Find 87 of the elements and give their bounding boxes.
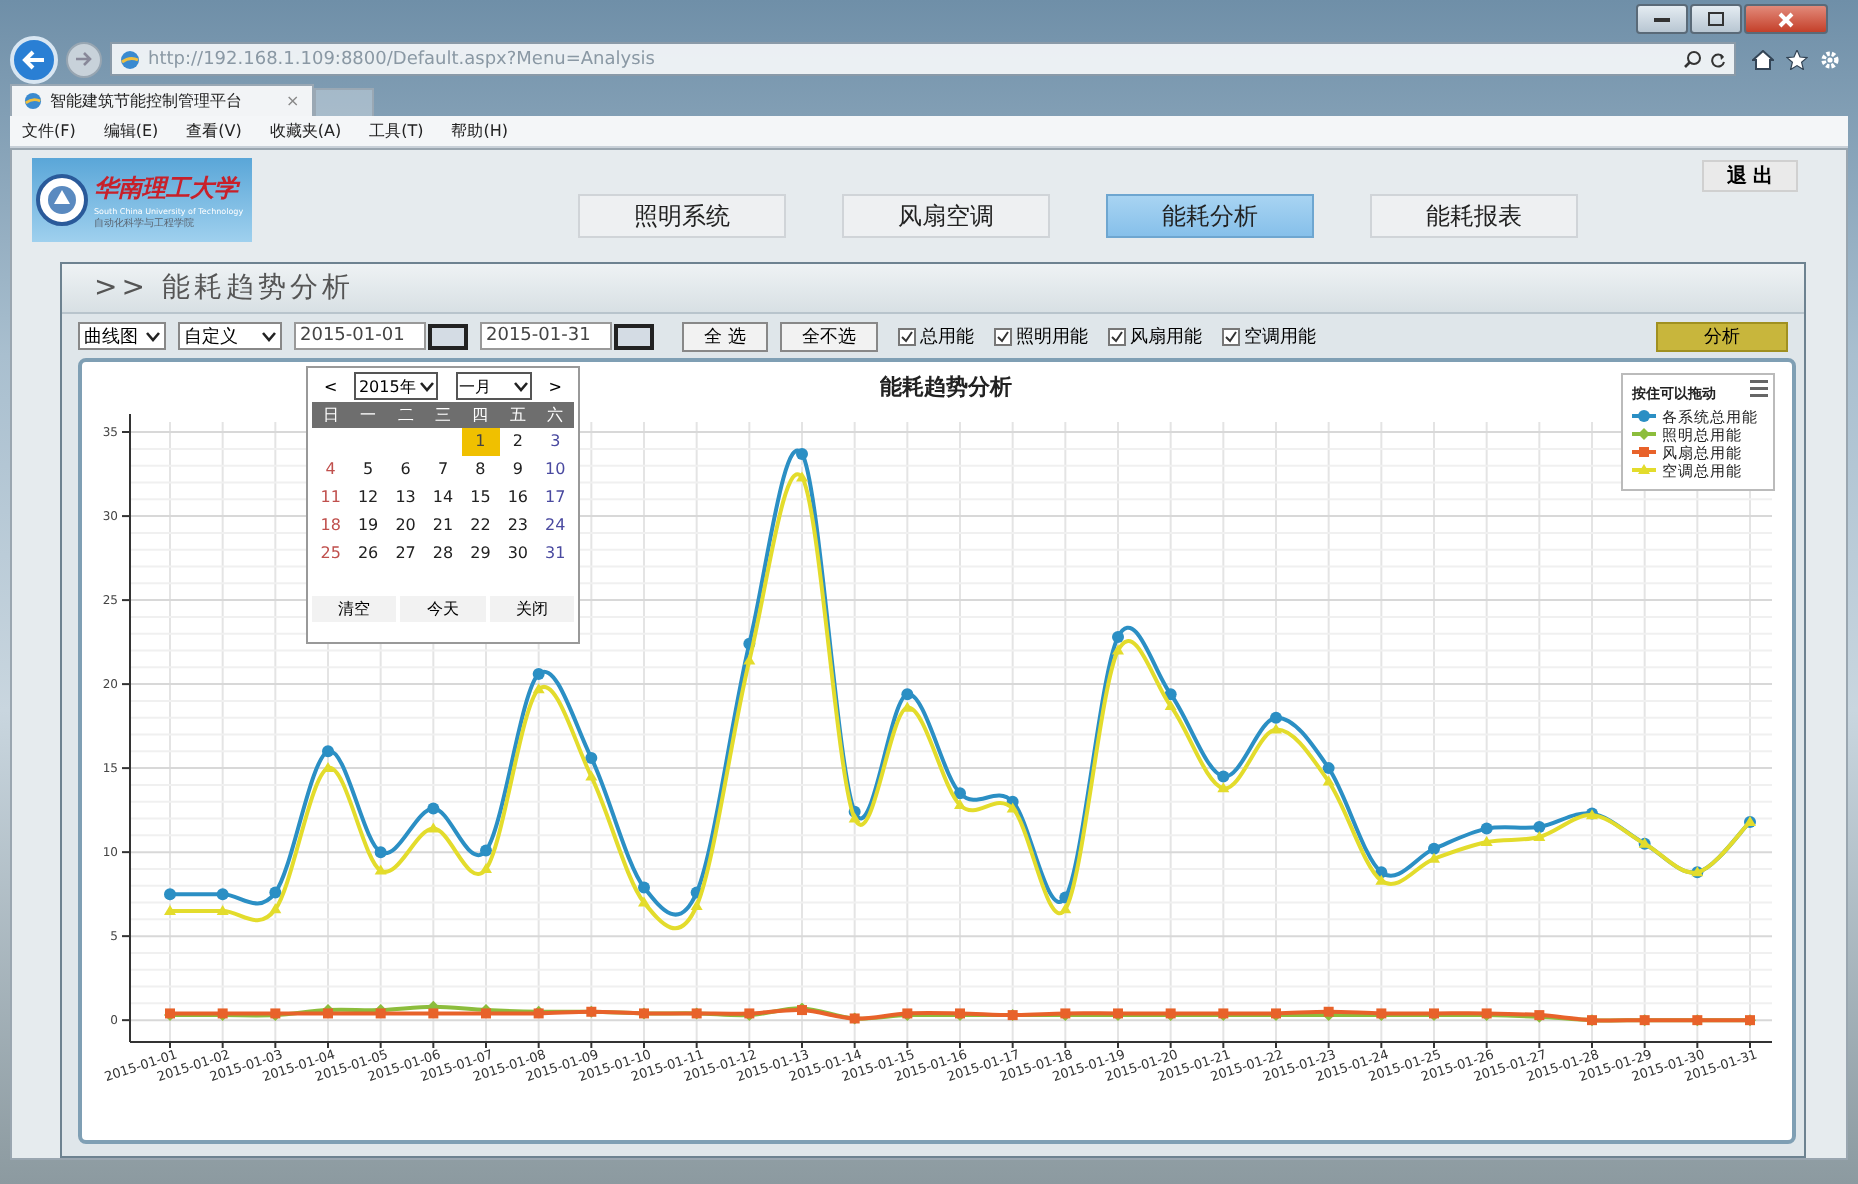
next-month-button[interactable]: >	[548, 377, 562, 395]
date-picker-button[interactable]	[428, 323, 468, 349]
panel-title: >> 能耗趋势分析	[62, 264, 1804, 314]
back-button[interactable]	[10, 35, 58, 83]
data-point	[1113, 1008, 1123, 1019]
maximize-icon	[1708, 12, 1724, 26]
maximize-button[interactable]	[1690, 4, 1742, 34]
nav-tab[interactable]: 风扇空调	[842, 194, 1050, 238]
data-point	[1481, 1008, 1492, 1019]
emblem-icon	[36, 174, 88, 226]
back-arrow-icon	[22, 49, 46, 69]
checkbox[interactable]	[897, 327, 916, 345]
star-icon[interactable]	[1786, 49, 1808, 69]
checkbox[interactable]	[993, 327, 1012, 345]
menu-item[interactable]: 收藏夹(A)	[269, 119, 342, 142]
data-point	[1745, 1015, 1755, 1026]
minimize-icon	[1654, 17, 1670, 21]
data-point	[744, 1008, 755, 1019]
data-point	[533, 1008, 544, 1019]
end-date-field[interactable]: 2015-01-31	[480, 322, 612, 350]
menu-item[interactable]: 编辑(E)	[103, 119, 159, 142]
data-point	[1165, 1008, 1176, 1019]
calendar-day[interactable]: 2	[499, 428, 537, 456]
checkbox-label: 总用能	[919, 325, 974, 349]
data-point	[902, 1008, 913, 1019]
date-picker-button[interactable]	[614, 323, 654, 349]
data-point	[639, 1008, 649, 1019]
data-point	[849, 1013, 860, 1024]
data-point	[1060, 1008, 1071, 1019]
data-point	[1639, 1015, 1650, 1026]
nav-tab[interactable]: 能耗报表	[1370, 194, 1578, 238]
data-point	[270, 1008, 281, 1019]
tab-title: 智能建筑节能控制管理平台	[50, 89, 242, 111]
chart-title: 能耗趋势分析	[880, 374, 1012, 400]
logout-button[interactable]: 退 出	[1702, 160, 1798, 192]
analyze-button[interactable]: 分析	[1656, 321, 1788, 351]
data-point	[1429, 1008, 1439, 1019]
data-point	[955, 1008, 965, 1019]
browser-tab[interactable]: 智能建筑节能控制管理平台 ×	[10, 83, 314, 115]
page-icon	[24, 91, 42, 109]
data-point	[1638, 428, 1650, 440]
calendar-day[interactable]: 3	[536, 428, 574, 456]
close-icon	[1778, 11, 1794, 27]
settings-icon[interactable]	[1820, 49, 1840, 69]
checkbox[interactable]	[1107, 327, 1126, 345]
menu-item[interactable]: 工具(T)	[369, 119, 424, 142]
previous-month-button[interactable]: <	[324, 377, 338, 395]
refresh-icon[interactable]	[1710, 51, 1726, 67]
chart-type-select[interactable]: 曲线图	[78, 322, 166, 350]
close-button[interactable]	[1744, 4, 1828, 34]
page-icon	[120, 49, 140, 69]
data-point	[1534, 1010, 1545, 1021]
range-select[interactable]: 自定义	[178, 322, 282, 350]
checkbox[interactable]	[1221, 327, 1240, 345]
forward-arrow-icon	[76, 52, 92, 66]
data-point	[217, 1008, 228, 1019]
weekday-header: 日 一 二 三 四 五 六	[312, 402, 574, 428]
year-select[interactable]: 2015年	[354, 372, 438, 400]
data-point	[1376, 1008, 1387, 1019]
data-point	[1271, 1008, 1281, 1019]
data-point	[165, 1008, 175, 1019]
menu-item[interactable]: 文件(F)	[22, 119, 76, 142]
menu-icon[interactable]	[1750, 380, 1768, 397]
start-date-field[interactable]: 2015-01-01	[294, 322, 426, 350]
month-select[interactable]: 一月	[455, 372, 532, 400]
nav-tab[interactable]: 照明系统	[578, 194, 786, 238]
search-icon[interactable]	[1684, 50, 1702, 68]
data-point	[586, 1006, 597, 1017]
nav-tab[interactable]: 能耗分析	[1106, 194, 1314, 238]
select-none-button[interactable]: 全不选	[779, 321, 878, 351]
data-point	[1692, 1015, 1703, 1026]
data-point	[1587, 1015, 1597, 1026]
data-point	[1007, 1010, 1018, 1021]
checkbox-label: 照明用能	[1015, 325, 1088, 349]
data-point	[691, 1008, 702, 1019]
university-name: 华南理工大学	[94, 171, 243, 205]
home-icon[interactable]	[1752, 49, 1774, 69]
menu-item[interactable]: 帮助(H)	[451, 119, 508, 142]
checkbox-label: 风扇用能	[1129, 325, 1202, 349]
calendar-day[interactable]: 1	[461, 428, 500, 456]
checkbox-label: 空调用能	[1243, 325, 1316, 349]
menu-item[interactable]: 查看(V)	[186, 119, 242, 142]
data-point	[1218, 1008, 1229, 1019]
minimize-button[interactable]	[1636, 4, 1688, 34]
data-point	[1638, 410, 1650, 422]
data-point	[164, 904, 176, 915]
select-all-button[interactable]: 全 选	[682, 321, 768, 351]
